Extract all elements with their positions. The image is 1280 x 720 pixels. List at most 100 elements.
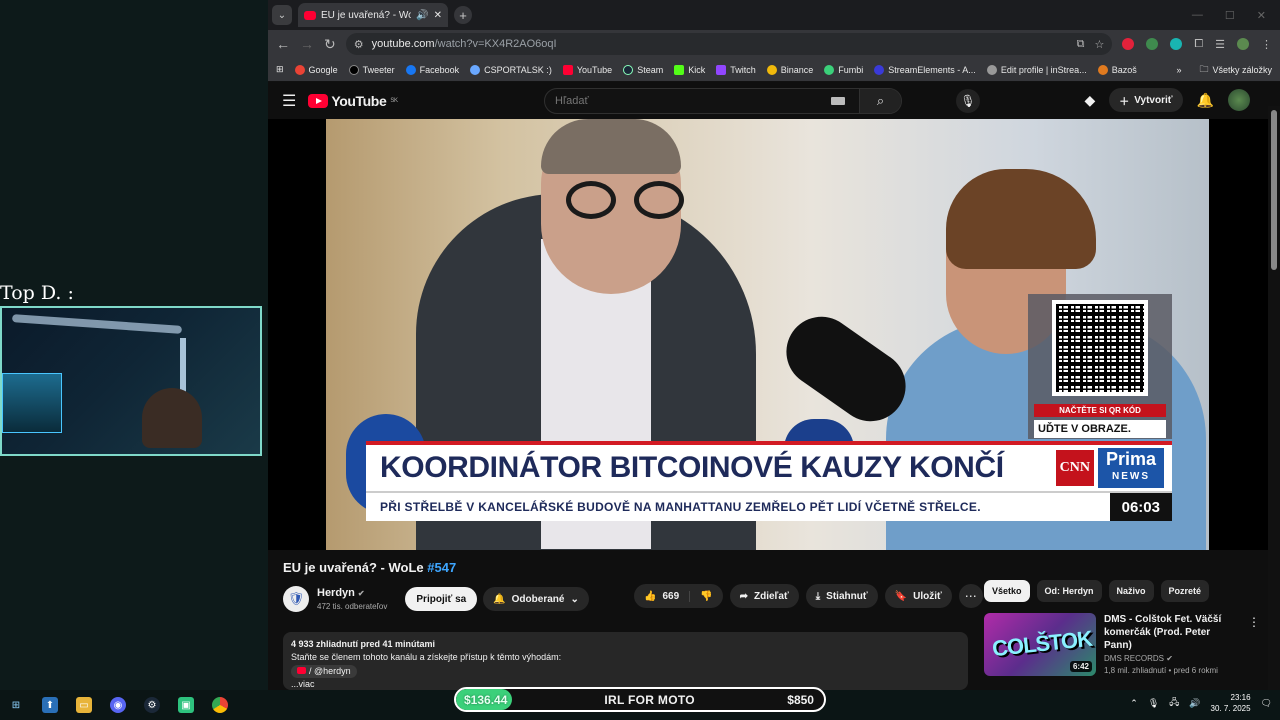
like-dislike-group: 👍 669 👎: [634, 584, 723, 608]
save-button[interactable]: 🔖 Uložiť: [884, 584, 952, 608]
bookmark-icon: 🔖: [894, 590, 908, 602]
recommended-channel[interactable]: DMS RECORDS ✔: [1104, 654, 1264, 663]
reload-icon[interactable]: ↻: [324, 36, 336, 53]
bookmark-youtube[interactable]: YouTube: [562, 64, 612, 75]
search-button[interactable]: ⌕: [859, 89, 901, 113]
network-icon[interactable]: 🖧: [1169, 695, 1179, 711]
youtube-header: ☰ YouTubeSK ⌕ 🎙 ◆ ＋Vytvoriť 🔔: [268, 82, 1280, 119]
browser-menu-icon[interactable]: ⋮: [1261, 38, 1272, 51]
donation-progress: $136.44: [456, 689, 512, 710]
search-input[interactable]: [545, 95, 831, 107]
video-thumbnail[interactable]: COLŠTOK 6:42: [984, 613, 1096, 676]
extension-red-icon[interactable]: [1122, 38, 1135, 50]
discord-icon[interactable]: ◉: [110, 697, 126, 713]
bookmark-streamelements[interactable]: StreamElements - A...: [874, 64, 976, 75]
webcam-feed: [0, 306, 262, 456]
bookmark-instream[interactable]: Edit profile | inStrea...: [986, 64, 1087, 75]
menu-icon[interactable]: ☰: [282, 91, 296, 111]
share-button[interactable]: ➦ Zdieľať: [729, 584, 799, 608]
video-call-icon[interactable]: ◆: [1084, 92, 1095, 109]
all-bookmarks-folder[interactable]: 🗀 Všetky záložky: [1199, 62, 1272, 78]
bookmark-kick[interactable]: Kick: [674, 64, 705, 75]
notifications-bell-icon[interactable]: 🔔: [1197, 92, 1214, 109]
microphone-icon[interactable]: 🎙: [1148, 698, 1159, 709]
bookmark-binance[interactable]: Binance: [766, 64, 813, 75]
forward-icon[interactable]: →: [300, 36, 314, 52]
video-player[interactable]: NAČTĚTE SI QR KÓD UĎTE V OBRAZE. KOORDIN…: [268, 119, 1268, 550]
bookmark-twitch[interactable]: Twitch: [716, 64, 756, 75]
chrome-icon[interactable]: [212, 697, 228, 713]
apps-grid-icon[interactable]: ⊞: [276, 64, 284, 75]
video-frame[interactable]: NAČTĚTE SI QR KÓD UĎTE V OBRAZE. KOORDIN…: [326, 119, 1209, 550]
download-button[interactable]: ⤓ Stiahnuť: [805, 584, 878, 608]
bookmark-facebook[interactable]: Facebook: [405, 64, 459, 75]
chip-from-herdyn[interactable]: Od: Herdyn: [1036, 580, 1102, 602]
reading-list-icon[interactable]: ☰: [1215, 38, 1225, 51]
steam-icon[interactable]: ⚙: [144, 697, 160, 713]
minimize-button[interactable]: —: [1192, 9, 1203, 22]
keyboard-icon[interactable]: [831, 97, 845, 105]
video-menu-icon[interactable]: ⋮: [1248, 615, 1260, 629]
bookmark-fumbi[interactable]: Fumbi: [824, 64, 863, 75]
speaker-icon[interactable]: 🔊: [416, 10, 428, 21]
bookmark-star-icon[interactable]: ☆: [1094, 38, 1104, 51]
app-icon-green[interactable]: ▣: [178, 697, 194, 713]
page-scrollbar[interactable]: [1268, 106, 1280, 690]
back-icon[interactable]: ←: [276, 36, 290, 52]
notification-center-icon[interactable]: 🗨: [1261, 698, 1272, 709]
app-icon-1[interactable]: ⬆: [42, 697, 58, 713]
chip-live[interactable]: Naživo: [1108, 580, 1154, 602]
channel-name[interactable]: Herdyn ✔: [317, 587, 387, 599]
description-text: Staňte se členem tohoto kanálu a získejt…: [291, 652, 562, 662]
more-actions-icon[interactable]: ⋯: [958, 584, 983, 608]
hashtag-link[interactable]: #547: [427, 560, 456, 575]
extension-teal-icon[interactable]: [1170, 38, 1183, 50]
channel-handle-link[interactable]: / @herdyn: [291, 665, 357, 678]
bookmark-tweeter[interactable]: Tweeter: [348, 64, 395, 75]
subscribed-button[interactable]: 🔔 Odoberané ⌄: [483, 587, 589, 611]
extensions-puzzle-icon[interactable]: ⧠: [1194, 38, 1203, 51]
youtube-logo[interactable]: YouTube SK: [308, 93, 398, 109]
tab-search-button[interactable]: ⌄: [272, 5, 292, 25]
chip-all[interactable]: Všetko: [984, 580, 1030, 602]
recommended-title[interactable]: DMS - Colštok Fet. Väčší komerčák (Prod.…: [1104, 613, 1234, 652]
bookmark-csportal[interactable]: CSPORTALSK :): [470, 64, 552, 75]
thumbnail-text: COLŠTOK: [990, 625, 1094, 662]
extension-green-icon[interactable]: [1146, 38, 1159, 50]
system-clock[interactable]: 23:16 30. 7. 2025: [1211, 692, 1251, 714]
share-icon: ➦: [739, 590, 748, 602]
bookmark-bazos[interactable]: Bazoš: [1097, 64, 1137, 75]
volume-icon[interactable]: 🔊: [1189, 698, 1200, 709]
show-hidden-icons[interactable]: ⌃: [1130, 698, 1138, 709]
windows-start-icon[interactable]: ⊞: [8, 697, 24, 713]
recommended-video[interactable]: COLŠTOK 6:42 DMS - Colštok Fet. Väčší ko…: [984, 613, 1264, 679]
youtube-favicon-icon: [304, 10, 316, 20]
chip-watched[interactable]: Pozreté: [1160, 580, 1210, 602]
active-tab[interactable]: EU je uvařená? - WoLe #54 🔊 ✕: [298, 3, 448, 27]
file-explorer-icon[interactable]: ▭: [76, 697, 92, 713]
maximize-button[interactable]: ☐: [1225, 9, 1235, 22]
install-icon[interactable]: ⧉: [1077, 38, 1085, 51]
bookmark-steam[interactable]: Steam: [623, 64, 663, 75]
voice-search-icon[interactable]: 🎙: [956, 89, 980, 113]
description-box[interactable]: 4 933 zhliadnutí pred 41 minútami Staňte…: [283, 632, 968, 690]
new-tab-button[interactable]: +: [454, 6, 472, 24]
close-tab-icon[interactable]: ✕: [434, 10, 442, 21]
address-bar[interactable]: ⚙ youtube.com/watch?v=KX4R2AO6oqI ⧉ ☆: [345, 33, 1113, 55]
video-title: EU je uvařená? - WoLe #547: [283, 560, 457, 575]
close-window-button[interactable]: ✕: [1257, 9, 1266, 22]
dislike-button[interactable]: 👎: [690, 591, 722, 602]
site-info-icon[interactable]: ⚙: [354, 38, 364, 51]
like-button[interactable]: 👍 669: [634, 590, 691, 602]
channel-avatar[interactable]: 🛡: [283, 586, 309, 612]
qr-code: [1052, 300, 1148, 396]
create-button[interactable]: ＋ Vytvoriť: [1109, 88, 1183, 112]
profile-avatar-icon[interactable]: [1237, 38, 1249, 50]
donation-goal-bar: $136.44 IRL FOR MOTO $850: [454, 687, 826, 712]
bookmark-google[interactable]: Google: [294, 64, 338, 75]
more-bookmarks-icon[interactable]: »: [1176, 65, 1181, 75]
tab-strip: ⌄ EU je uvařená? - WoLe #54 🔊 ✕ + — ☐ ✕: [268, 0, 1280, 30]
join-button[interactable]: Pripojiť sa: [405, 587, 478, 611]
account-avatar[interactable]: [1228, 89, 1250, 111]
chevron-down-icon: ⌄: [570, 593, 579, 605]
